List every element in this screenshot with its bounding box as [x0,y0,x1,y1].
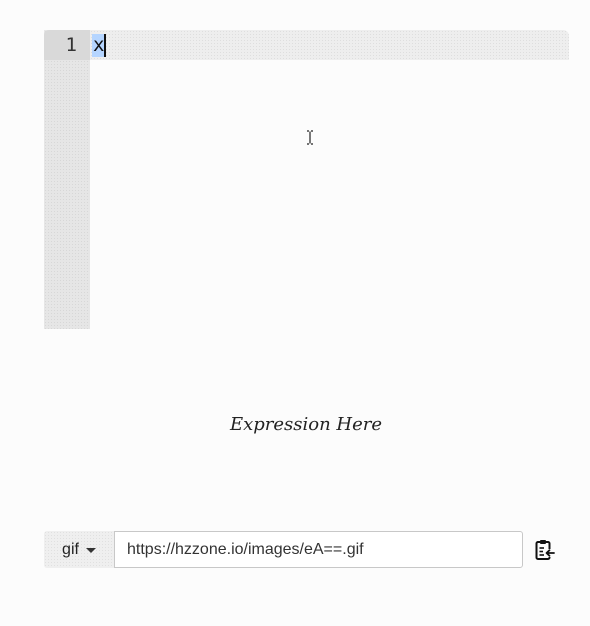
image-url-input[interactable] [114,531,523,568]
format-dropdown[interactable]: gif [44,531,114,568]
clipboard-copy-icon[interactable] [533,538,557,562]
app-root: 1 x Expression Here gif [0,0,590,626]
code-editor[interactable]: 1 x [44,30,569,329]
caret-down-icon [85,547,96,553]
expression-preview: Expression Here [229,414,383,435]
active-line-highlight [90,30,569,60]
line-number-gutter [44,30,90,329]
ibeam-cursor-icon [307,130,313,145]
line-number: 1 [65,34,77,56]
format-label: gif [62,540,79,558]
text-cursor [104,34,106,57]
export-bar: gif [44,531,564,568]
